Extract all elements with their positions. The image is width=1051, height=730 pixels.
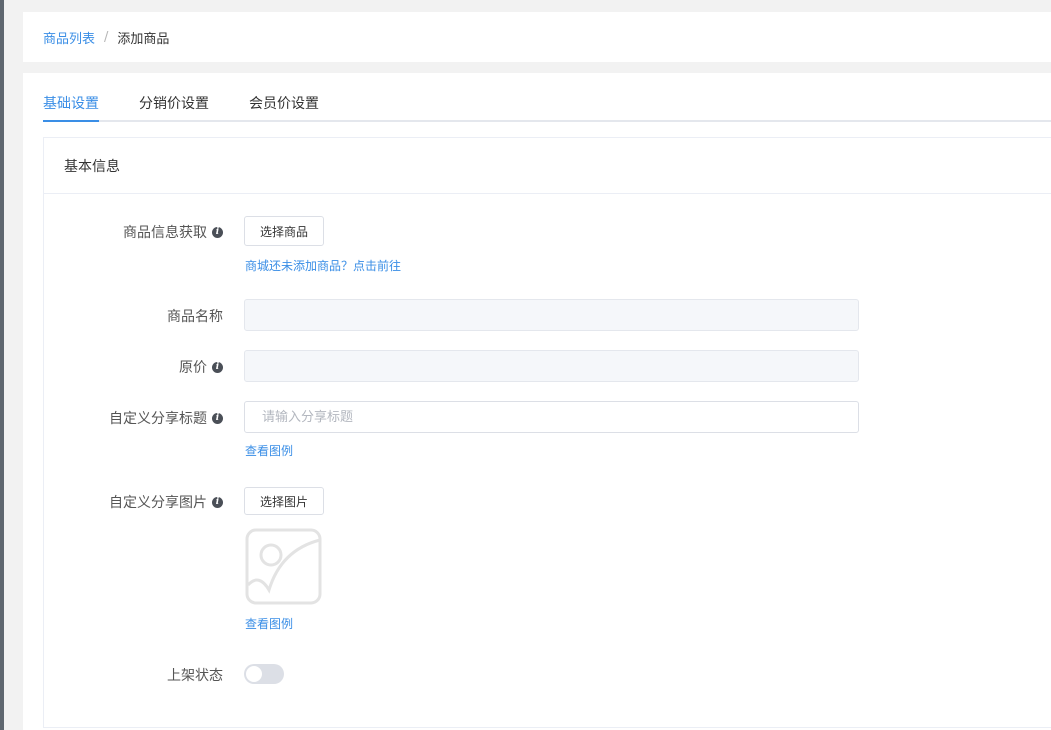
product-name-field xyxy=(244,299,859,331)
window-left-edge xyxy=(0,0,4,730)
share-title-label: 自定义分享标题 xyxy=(109,411,207,427)
info-icon[interactable]: i xyxy=(212,496,223,508)
info-icon[interactable]: i xyxy=(212,226,223,238)
tab-bar: 基础设置 分销价设置 会员价设置 xyxy=(43,73,1051,122)
product-name-input xyxy=(260,306,858,324)
product-name-label-row: 商品名称 xyxy=(167,306,223,326)
share-title-field[interactable] xyxy=(244,401,859,433)
basic-info-panel: 基本信息 商品信息获取 i 选择商品 商城还未添加商品？点击前往 商品名称 原价… xyxy=(43,137,1051,728)
select-image-button[interactable]: 选择图片 xyxy=(244,487,325,515)
original-price-label-row: 原价 i xyxy=(179,357,223,377)
toggle-knob xyxy=(246,666,262,682)
main-card: 基础设置 分销价设置 会员价设置 基本信息 商品信息获取 i 选择商品 商城还未… xyxy=(23,73,1051,730)
original-price-input xyxy=(260,357,858,375)
tab-member-price[interactable]: 会员价设置 xyxy=(249,93,319,122)
share-image-example-link[interactable]: 查看图例 xyxy=(245,615,293,632)
original-price-field xyxy=(244,350,859,382)
panel-title: 基本信息 xyxy=(44,138,1051,194)
image-placeholder-icon[interactable] xyxy=(245,528,322,605)
breadcrumb-current: 添加商品 xyxy=(117,31,170,47)
listing-status-toggle[interactable] xyxy=(244,664,284,684)
product-name-label: 商品名称 xyxy=(167,309,223,325)
breadcrumb: 商品列表 / 添加商品 xyxy=(23,12,1051,62)
tab-distribution-price[interactable]: 分销价设置 xyxy=(139,93,209,122)
product-source-label-row: 商品信息获取 i xyxy=(123,222,223,242)
info-icon[interactable]: i xyxy=(212,412,223,424)
product-source-label: 商品信息获取 xyxy=(123,225,207,241)
add-product-hint-link[interactable]: 商城还未添加商品？点击前往 xyxy=(245,257,401,274)
share-title-example-link[interactable]: 查看图例 xyxy=(245,442,293,459)
breadcrumb-separator: / xyxy=(104,29,109,45)
info-icon[interactable]: i xyxy=(212,361,223,373)
original-price-label: 原价 xyxy=(179,360,207,376)
listing-status-label: 上架状态 xyxy=(167,668,223,684)
share-image-label-row: 自定义分享图片 i xyxy=(109,492,223,512)
breadcrumb-link-product-list[interactable]: 商品列表 xyxy=(43,28,95,47)
listing-status-label-row: 上架状态 xyxy=(167,665,223,685)
share-title-input[interactable] xyxy=(260,408,858,426)
select-product-button[interactable]: 选择商品 xyxy=(244,216,325,246)
active-tab-indicator xyxy=(43,120,99,122)
share-title-label-row: 自定义分享标题 i xyxy=(109,408,223,428)
share-image-label: 自定义分享图片 xyxy=(109,495,207,511)
tab-basic-settings[interactable]: 基础设置 xyxy=(43,93,99,122)
